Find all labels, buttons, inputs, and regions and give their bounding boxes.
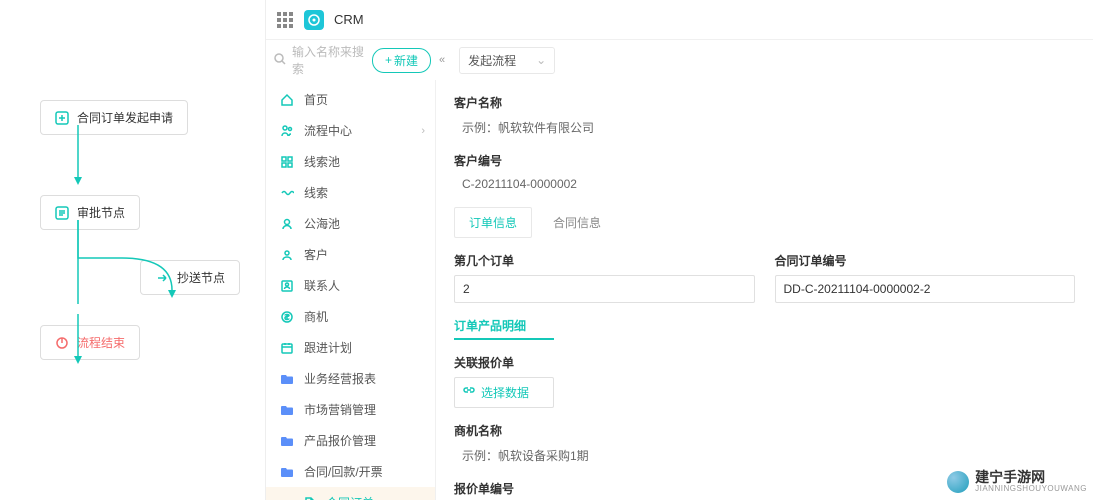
watermark-logo-icon	[947, 471, 969, 493]
plus-square-icon	[55, 111, 69, 125]
related-quote-label: 关联报价单	[454, 354, 1075, 371]
app-title: CRM	[334, 12, 364, 27]
sidebar-item-label: 市场营销管理	[304, 401, 376, 418]
contract-order-code-label: 合同订单编号	[775, 252, 1076, 269]
wave-icon	[280, 186, 294, 200]
sidebar-item-label: 联系人	[304, 277, 340, 294]
new-button[interactable]: +新建	[372, 48, 431, 73]
dollar-icon	[280, 310, 294, 324]
calendar-icon	[280, 341, 294, 355]
chevron-down-icon: ⌄	[536, 53, 546, 67]
list-square-icon	[55, 206, 69, 220]
sidebar-item-label: 产品报价管理	[304, 432, 376, 449]
sidebar-item-label: 合同订单	[326, 494, 374, 500]
app-logo-icon	[304, 10, 324, 30]
doc-icon	[302, 496, 316, 500]
customer-code-value: C-20211104-0000002	[454, 175, 1075, 193]
workflow-diagram-panel: 合同订单发起申请 审批节点 抄送节点 流程结束	[0, 0, 265, 500]
sidebar-item-label: 商机	[304, 308, 328, 325]
customer-name-label: 客户名称	[454, 94, 1075, 111]
sidebar-item-5[interactable]: 客户	[266, 239, 435, 270]
search-icon	[274, 53, 286, 68]
flow-node-approve[interactable]: 审批节点	[40, 195, 140, 230]
select-data-button[interactable]: 选择数据	[454, 377, 554, 408]
user-icon	[280, 217, 294, 231]
sidebar-item-6[interactable]: 联系人	[266, 270, 435, 301]
toolbar: 输入名称来搜索 +新建 « 发起流程 ⌄	[266, 40, 1093, 80]
sidebar-item-9[interactable]: 业务经营报表	[266, 363, 435, 394]
form-area: 客户名称 示例：帆软软件有限公司 客户编号 C-20211104-0000002…	[436, 80, 1093, 500]
users-icon	[280, 124, 294, 138]
sidebar-item-label: 业务经营报表	[304, 370, 376, 387]
grid-icon	[280, 155, 294, 169]
sidebar-item-1[interactable]: 流程中心 ›	[266, 115, 435, 146]
share-icon	[155, 271, 169, 285]
detail-section-header: 订单产品明细	[454, 317, 1075, 334]
form-tabs: 订单信息合同信息	[454, 207, 1075, 238]
flow-node-label: 抄送节点	[177, 269, 225, 286]
tab-0[interactable]: 订单信息	[454, 207, 532, 238]
sidebar-item-label: 流程中心	[304, 122, 352, 139]
search-input[interactable]: 输入名称来搜索	[274, 43, 364, 77]
sidebar-item-label: 线索池	[304, 153, 340, 170]
sidebar-subitem-0[interactable]: 合同订单	[266, 487, 435, 500]
power-icon	[55, 336, 69, 350]
app-header: CRM	[266, 0, 1093, 40]
sidebar-item-12[interactable]: 合同/回款/开票	[266, 456, 435, 487]
order-index-input[interactable]: 2	[454, 275, 755, 303]
sidebar-item-8[interactable]: 跟进计划	[266, 332, 435, 363]
opp-name-value: 示例：帆软设备采购1期	[454, 445, 1075, 466]
contact-icon	[280, 279, 294, 293]
opp-name-label: 商机名称	[454, 422, 1075, 439]
sidebar-item-label: 公海池	[304, 215, 340, 232]
folder-icon	[280, 465, 294, 479]
flow-node-label: 审批节点	[77, 204, 125, 221]
flow-node-label: 流程结束	[77, 334, 125, 351]
watermark: 建宁手游网 JIANNINGSHOUYOUWANG	[947, 470, 1087, 494]
flow-node-cc[interactable]: 抄送节点	[140, 260, 240, 295]
contract-order-code-input[interactable]: DD-C-20211104-0000002-2	[775, 275, 1076, 303]
sidebar-item-10[interactable]: 市场营销管理	[266, 394, 435, 425]
sidebar-item-label: 线索	[304, 184, 328, 201]
sidebar-nav: 首页流程中心 › 线索池线索公海池客户联系人商机跟进计划业务经营报表市场营销管理产品…	[266, 80, 436, 500]
detail-section-rule	[454, 338, 554, 340]
sidebar-item-label: 合同/回款/开票	[304, 463, 383, 480]
sidebar-item-label: 跟进计划	[304, 339, 352, 356]
collapse-sidebar-icon[interactable]: «	[439, 54, 445, 66]
flow-node-label: 合同订单发起申请	[77, 109, 173, 126]
link-icon	[463, 385, 475, 400]
sidebar-item-4[interactable]: 公海池	[266, 208, 435, 239]
customer-name-value: 示例：帆软软件有限公司	[454, 117, 1075, 138]
sidebar-item-3[interactable]: 线索	[266, 177, 435, 208]
folder-icon	[280, 434, 294, 448]
flow-node-end[interactable]: 流程结束	[40, 325, 140, 360]
sidebar-item-label: 首页	[304, 91, 328, 108]
customer-code-label: 客户编号	[454, 152, 1075, 169]
flow-node-start[interactable]: 合同订单发起申请	[40, 100, 188, 135]
sidebar-item-0[interactable]: 首页	[266, 84, 435, 115]
flow-select[interactable]: 发起流程 ⌄	[459, 47, 555, 74]
sidebar-item-label: 客户	[304, 246, 328, 263]
folder-icon	[280, 372, 294, 386]
home-icon	[280, 93, 294, 107]
chevron-right-icon: ›	[421, 125, 425, 137]
apps-grid-icon[interactable]	[276, 11, 294, 29]
sidebar-item-7[interactable]: 商机	[266, 301, 435, 332]
sidebar-item-2[interactable]: 线索池	[266, 146, 435, 177]
search-placeholder: 输入名称来搜索	[292, 43, 364, 77]
user-o-icon	[280, 248, 294, 262]
order-index-label: 第几个订单	[454, 252, 755, 269]
sidebar-item-11[interactable]: 产品报价管理	[266, 425, 435, 456]
folder-icon	[280, 403, 294, 417]
tab-1[interactable]: 合同信息	[538, 207, 616, 238]
